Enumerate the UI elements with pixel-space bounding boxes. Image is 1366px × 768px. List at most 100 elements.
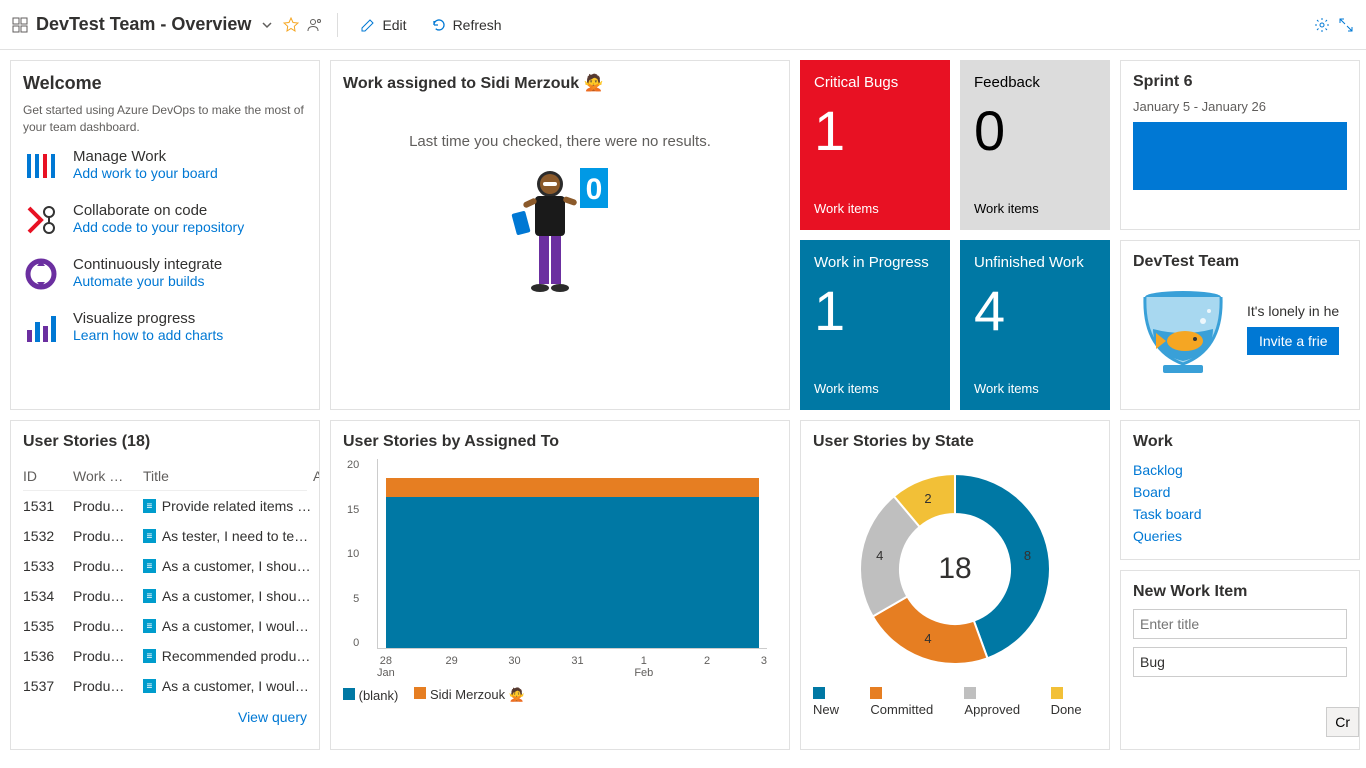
page-title[interactable]: DevTest Team - Overview <box>36 14 251 35</box>
tile-title: Feedback <box>974 74 1096 91</box>
welcome-item: Collaborate on code Add code to your rep… <box>23 202 307 238</box>
welcome-item-title: Manage Work <box>73 148 218 165</box>
work-item-type-icon: ≡ <box>143 619 156 633</box>
team-text: It's lonely in he <box>1247 303 1339 319</box>
welcome-item-link[interactable]: Add code to your repository <box>73 219 244 235</box>
metric-tile[interactable]: Unfinished Work 4 Work items <box>960 240 1110 410</box>
welcome-item-link[interactable]: Add work to your board <box>73 165 218 181</box>
cell-id: 1535 <box>23 618 73 634</box>
nwi-type-select[interactable]: Bug <box>1133 647 1347 677</box>
new-work-item-widget: New Work Item Bug Cr <box>1120 570 1360 750</box>
legend-item[interactable]: Done <box>1051 687 1097 717</box>
table-row[interactable]: 1534 Produ… ≡As a customer, I should … N… <box>23 581 307 611</box>
metric-tile[interactable]: Work in Progress 1 Work items <box>800 240 950 410</box>
table-row[interactable]: 1535 Produ… ≡As a customer, I would li… … <box>23 611 307 641</box>
legend-item[interactable]: (blank) <box>343 688 398 703</box>
create-button[interactable]: Cr <box>1326 707 1359 737</box>
welcome-item-title: Visualize progress <box>73 310 223 327</box>
refresh-button[interactable]: Refresh <box>423 13 510 37</box>
cell-title: ≡As a customer, I would li… <box>143 678 313 694</box>
tile-title: Unfinished Work <box>974 254 1096 271</box>
refresh-label: Refresh <box>453 17 502 33</box>
header-toolbar: DevTest Team - Overview Edit Refresh <box>0 0 1366 50</box>
work-item-type-icon: ≡ <box>143 529 156 543</box>
donut-total: 18 <box>938 552 971 586</box>
work-link[interactable]: Task board <box>1133 503 1347 525</box>
cell-title: ≡As tester, I need to test t… <box>143 528 313 544</box>
cell-title: ≡Recommended products… <box>143 648 313 664</box>
assigned-empty-message: Last time you checked, there were no res… <box>343 133 777 150</box>
chart-assigned-title: User Stories by Assigned To <box>343 433 777 451</box>
table-row[interactable]: 1531 Produ… ≡Provide related items or … … <box>23 491 307 521</box>
welcome-item-title: Continuously integrate <box>73 256 222 273</box>
cell-worktype: Produ… <box>73 648 143 664</box>
work-item-type-icon: ≡ <box>143 679 156 693</box>
cell-id: 1531 <box>23 498 73 514</box>
chevron-down-icon[interactable] <box>259 17 275 33</box>
donut-slice-label: 2 <box>924 491 931 506</box>
tile-footer: Work items <box>814 201 936 216</box>
cell-id: 1536 <box>23 648 73 664</box>
star-icon[interactable] <box>283 17 299 33</box>
cell-title: ≡As a customer, I should … <box>143 588 313 604</box>
cell-title: ≡Provide related items or … <box>143 498 313 514</box>
cell-id: 1534 <box>23 588 73 604</box>
welcome-item: Visualize progress Learn how to add char… <box>23 310 307 346</box>
metric-tile[interactable]: Critical Bugs 1 Work items <box>800 60 950 230</box>
welcome-item-icon <box>23 256 59 292</box>
table-header: IDWork …TitleAssig…State <box>23 461 307 491</box>
team-widget: DevTest Team It's lonely in he Invite a … <box>1120 240 1360 410</box>
tile-footer: Work items <box>974 381 1096 396</box>
tile-footer: Work items <box>814 381 936 396</box>
cell-worktype: Produ… <box>73 558 143 574</box>
work-link[interactable]: Backlog <box>1133 459 1347 481</box>
table-row[interactable]: 1536 Produ… ≡Recommended products… New <box>23 641 307 671</box>
empty-illustration: 0 <box>343 164 777 324</box>
table-row[interactable]: 1533 Produ… ≡As a customer, I should … N… <box>23 551 307 581</box>
cell-worktype: Produ… <box>73 678 143 694</box>
table-row[interactable]: 1532 Produ… ≡As tester, I need to test t… <box>23 521 307 551</box>
work-item-type-icon: ≡ <box>143 499 156 513</box>
fullscreen-icon[interactable] <box>1338 17 1354 33</box>
work-link[interactable]: Board <box>1133 481 1347 503</box>
column-header[interactable]: Title <box>143 468 313 484</box>
legend-item[interactable]: Sidi Merzouk 🙅 <box>414 687 525 703</box>
nwi-title-input[interactable] <box>1133 609 1347 639</box>
column-header[interactable]: ID <box>23 468 73 484</box>
table-row[interactable]: 1537 Produ… ≡As a customer, I would li… … <box>23 671 307 701</box>
metric-tile[interactable]: Feedback 0 Work items <box>960 60 1110 230</box>
legend-item[interactable]: Approved <box>964 687 1034 717</box>
sprint-burndown-bar <box>1133 122 1347 190</box>
team-icon[interactable] <box>307 17 323 33</box>
welcome-widget: Welcome Get started using Azure DevOps t… <box>10 60 320 410</box>
column-header[interactable]: Assig… <box>313 468 320 484</box>
work-links-widget: Work BacklogBoardTask boardQueries <box>1120 420 1360 560</box>
tile-footer: Work items <box>974 201 1096 216</box>
welcome-item-link[interactable]: Automate your builds <box>73 273 222 289</box>
dashboard-grid: Welcome Get started using Azure DevOps t… <box>0 50 1366 768</box>
series-sidi <box>386 478 759 497</box>
welcome-item-title: Collaborate on code <box>73 202 244 219</box>
work-item-type-icon: ≡ <box>143 589 156 603</box>
tile-value: 0 <box>974 97 1096 164</box>
assigned-title: Work assigned to Sidi Merzouk 🙅 <box>343 73 777 93</box>
cell-worktype: Produ… <box>73 528 143 544</box>
donut-slice-label: 4 <box>924 631 931 646</box>
legend-item[interactable]: New <box>813 687 854 717</box>
welcome-item-icon <box>23 148 59 184</box>
welcome-item: Manage Work Add work to your board <box>23 148 307 184</box>
chart-legend: (blank) Sidi Merzouk 🙅 <box>343 687 777 703</box>
view-query-link[interactable]: View query <box>23 709 307 725</box>
welcome-item-link[interactable]: Learn how to add charts <box>73 327 223 343</box>
cell-id: 1532 <box>23 528 73 544</box>
edit-button[interactable]: Edit <box>352 13 414 37</box>
invite-friend-button[interactable]: Invite a frie <box>1247 327 1339 355</box>
legend-item[interactable]: Committed <box>870 687 948 717</box>
gear-icon[interactable] <box>1314 17 1330 33</box>
sprint-widget[interactable]: Sprint 6 January 5 - January 26 <box>1120 60 1360 230</box>
svg-text:0: 0 <box>586 173 603 206</box>
divider <box>337 13 338 37</box>
column-header[interactable]: Work … <box>73 468 143 484</box>
work-link[interactable]: Queries <box>1133 525 1347 547</box>
welcome-subtitle: Get started using Azure DevOps to make t… <box>23 102 307 136</box>
